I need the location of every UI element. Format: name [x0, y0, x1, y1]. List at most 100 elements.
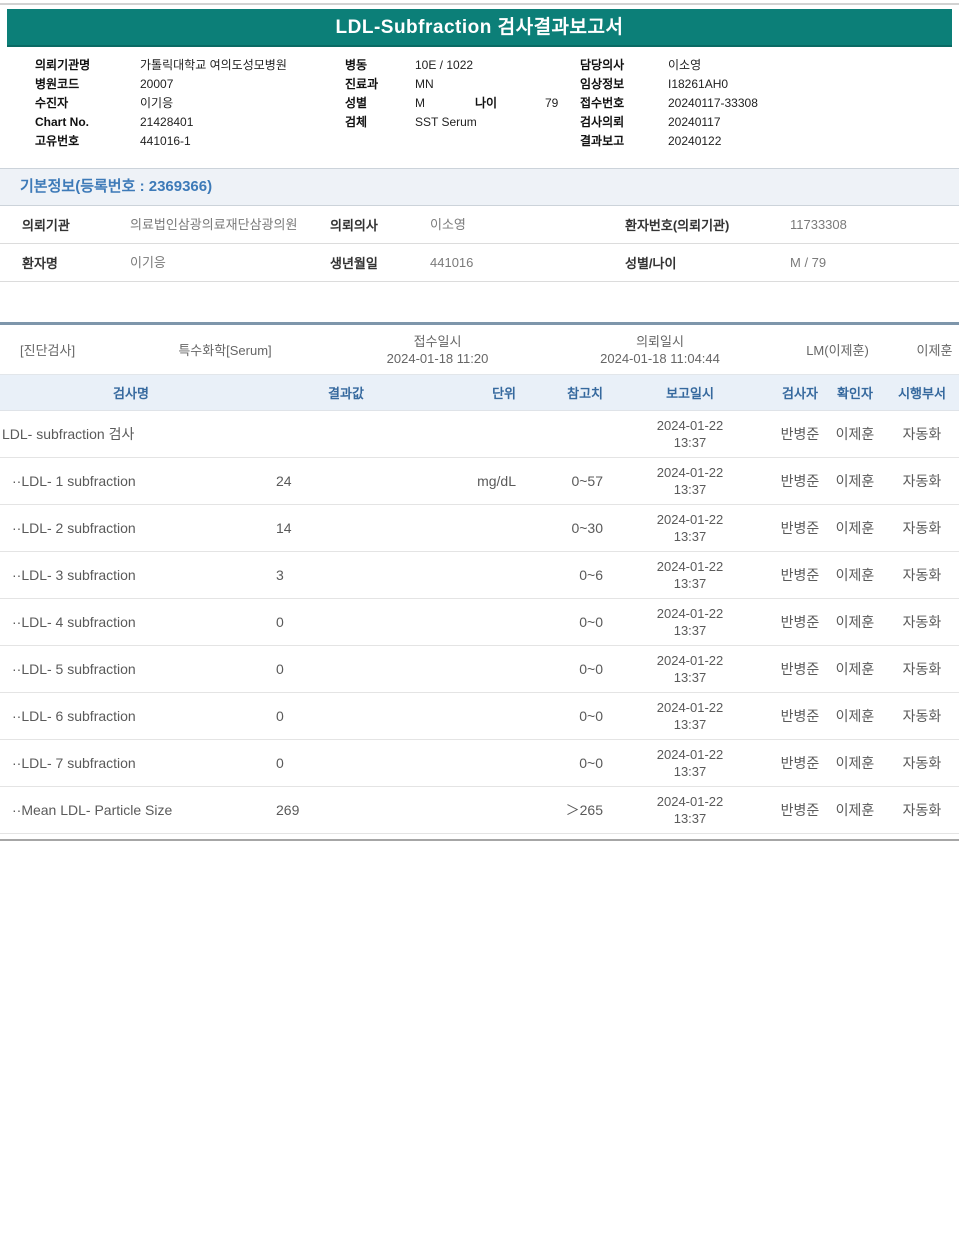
header-column-right: 담당의사이소영임상정보I18261AH0접수번호20240117-33308검사…: [580, 56, 758, 151]
cell-department: 자동화: [885, 518, 959, 538]
col-unit: 단위: [430, 383, 527, 402]
report-time: 13:37: [605, 763, 775, 780]
field-value: 10E / 1022: [415, 56, 473, 75]
header-field: 임상정보I18261AH0: [580, 75, 758, 94]
report-time: 13:37: [605, 716, 775, 733]
result-row: ··LDL- 5 subfraction00~02024-01-2213:37반…: [0, 646, 959, 693]
result-row: ··LDL- 1 subfraction24mg/dL0~572024-01-2…: [0, 458, 959, 505]
field-value: 441016-1: [140, 132, 191, 151]
report-date: 2024-01-22: [605, 464, 775, 481]
field-value: I18261AH0: [668, 75, 728, 94]
cell-result: 14: [262, 520, 430, 536]
cell-report-datetime: 2024-01-2213:37: [605, 699, 775, 733]
field-label: 나이: [475, 94, 545, 113]
cell-department: 자동화: [885, 424, 959, 444]
report-title: LDL-Subfraction 검사결과보고서: [7, 9, 952, 47]
field-value: 이소영: [430, 216, 625, 234]
basic-info-table: 의뢰기관의료법인삼광의료재단삼광의원의뢰의사이소영환자번호(의뢰기관)11733…: [0, 206, 959, 282]
header-field: 병동10E / 1022: [345, 56, 558, 75]
cell-department: 자동화: [885, 471, 959, 491]
col-result: 결과값: [262, 383, 430, 402]
cell-report-datetime: 2024-01-2213:37: [605, 417, 775, 451]
col-reference: 참고치: [527, 383, 605, 402]
cell-department: 자동화: [885, 659, 959, 679]
field-label: 담당의사: [580, 56, 668, 75]
field-value: 20240117-33308: [668, 94, 758, 113]
cell-result: 0: [262, 614, 430, 630]
report-date: 2024-01-22: [605, 558, 775, 575]
cell-verifier: 이제훈: [825, 612, 885, 632]
cell-verifier: 이제훈: [825, 424, 885, 444]
cell-report-datetime: 2024-01-2213:37: [605, 605, 775, 639]
report-time: 13:37: [605, 622, 775, 639]
field-label: 의뢰기관명: [35, 56, 140, 75]
cell-report-datetime: 2024-01-2213:37: [605, 793, 775, 827]
header-field: 결과보고20240122: [580, 132, 758, 151]
receipt-datetime: 접수일시 2024-01-18 11:20: [320, 333, 555, 367]
patient-header-block: 의뢰기관명가톨릭대학교 여의도성모병원병원코드20007수진자이기응Chart …: [0, 56, 959, 156]
report-date: 2024-01-22: [605, 699, 775, 716]
field-label: 의뢰기관: [22, 215, 130, 234]
report-meta-row: [진단검사] 특수화학[Serum] 접수일시 2024-01-18 11:20…: [0, 325, 959, 375]
header-field: 성별M나이79: [345, 94, 558, 113]
col-tester: 검사자: [775, 383, 825, 402]
header-field: 담당의사이소영: [580, 56, 758, 75]
report-time: 13:37: [605, 669, 775, 686]
result-row: ··LDL- 3 subfraction30~62024-01-2213:37반…: [0, 552, 959, 599]
field-value: 이기응: [130, 254, 330, 272]
field-value: M / 79: [790, 254, 959, 272]
lm-signature: LM(이제훈): [765, 340, 910, 359]
cell-department: 자동화: [885, 800, 959, 820]
field-label: 수진자: [35, 94, 140, 113]
header-field: 수진자이기응: [35, 94, 287, 113]
cell-tester: 반병준: [775, 471, 825, 491]
cell-unit: mg/dL: [430, 473, 527, 489]
cell-test-name: LDL- subfraction 검사: [0, 424, 262, 444]
header-field: 의뢰기관명가톨릭대학교 여의도성모병원: [35, 56, 287, 75]
cell-test-name: ··LDL- 7 subfraction: [0, 755, 262, 771]
cell-reference: ＞265: [527, 800, 605, 820]
field-label: 병동: [345, 56, 415, 75]
cell-reference: 0~57: [527, 473, 605, 489]
field-value: 79: [545, 94, 558, 113]
field-label: 결과보고: [580, 132, 668, 151]
header-field: 검체SST Serum: [345, 113, 558, 132]
test-group: 특수화학[Serum]: [130, 340, 320, 359]
field-value: 11733308: [790, 216, 959, 234]
report-date: 2024-01-22: [605, 746, 775, 763]
signer-name: 이제훈: [910, 340, 959, 359]
report-section: [진단검사] 특수화학[Serum] 접수일시 2024-01-18 11:20…: [0, 322, 959, 841]
results-table-header: 검사명 결과값 단위 참고치 보고일시 검사자 확인자 시행부서: [0, 375, 959, 411]
cell-verifier: 이제훈: [825, 565, 885, 585]
header-field: 병원코드20007: [35, 75, 287, 94]
field-label: Chart No.: [35, 113, 140, 132]
col-test-name: 검사명: [0, 383, 262, 402]
exam-category: [진단검사]: [0, 340, 130, 359]
cell-result: 3: [262, 567, 430, 583]
cell-tester: 반병준: [775, 518, 825, 538]
cell-reference: 0~0: [527, 661, 605, 677]
result-row: ··LDL- 2 subfraction140~302024-01-2213:3…: [0, 505, 959, 552]
cell-verifier: 이제훈: [825, 706, 885, 726]
cell-department: 자동화: [885, 565, 959, 585]
report-time: 13:37: [605, 481, 775, 498]
result-row: LDL- subfraction 검사2024-01-2213:37반병준이제훈…: [0, 411, 959, 458]
field-label: 접수번호: [580, 94, 668, 113]
field-value: 이기응: [140, 94, 173, 113]
field-label: 환자번호(의뢰기관): [625, 215, 790, 234]
report-date: 2024-01-22: [605, 511, 775, 528]
receipt-label: 접수일시: [320, 333, 555, 350]
header-column-left: 의뢰기관명가톨릭대학교 여의도성모병원병원코드20007수진자이기응Chart …: [35, 56, 287, 151]
field-label: 진료과: [345, 75, 415, 94]
header-field: 접수번호20240117-33308: [580, 94, 758, 113]
result-row: ··LDL- 7 subfraction00~02024-01-2213:37반…: [0, 740, 959, 787]
field-value: 21428401: [140, 113, 193, 132]
cell-department: 자동화: [885, 753, 959, 773]
results-table-body: LDL- subfraction 검사2024-01-2213:37반병준이제훈…: [0, 411, 959, 834]
field-label: 성별: [345, 94, 415, 113]
report-date: 2024-01-22: [605, 417, 775, 434]
cell-department: 자동화: [885, 706, 959, 726]
field-value: SST Serum: [415, 113, 477, 132]
field-label: 검사의뢰: [580, 113, 668, 132]
cell-report-datetime: 2024-01-2213:37: [605, 652, 775, 686]
